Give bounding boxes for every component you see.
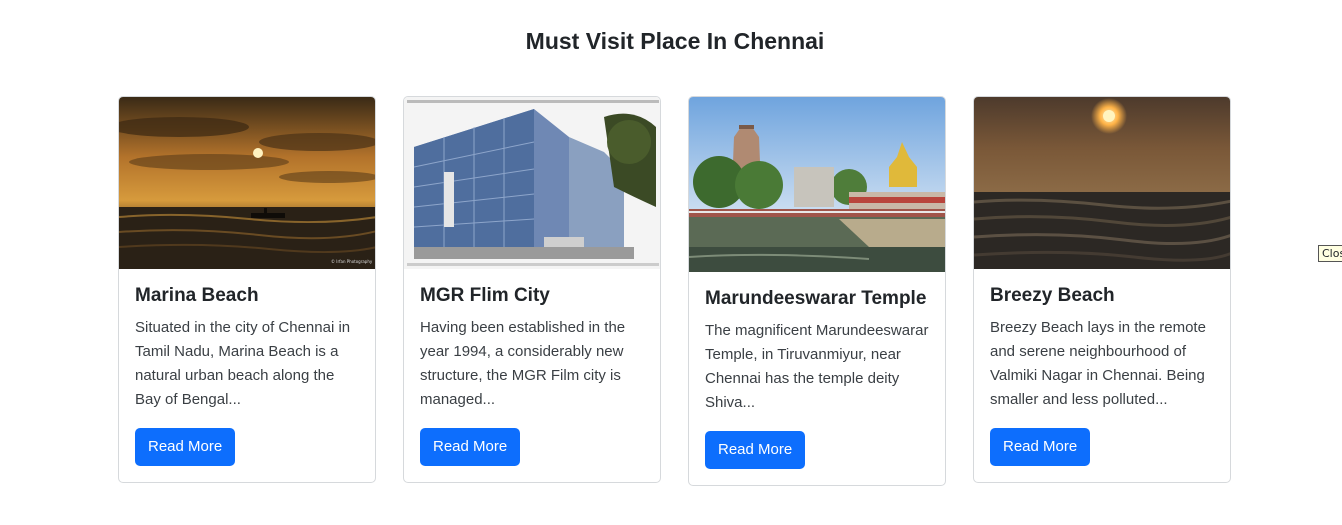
card-title: Marina Beach [135, 285, 259, 306]
card-body: Marina Beach Situated in the city of Che… [119, 269, 375, 482]
mgr-film-city-image [404, 97, 660, 269]
read-more-button[interactable]: Read More [420, 427, 521, 466]
breezy-beach-image [974, 97, 1230, 269]
read-more-button[interactable]: Read More [705, 430, 806, 469]
close-tooltip: Clos [1318, 245, 1342, 262]
card-marina-beach: © Irfan Photography Marina Beach Situate… [118, 96, 376, 483]
card-marundeeswarar-temple: Marundeeswarar Temple The magnificent Ma… [688, 96, 946, 486]
card-body: MGR Flim City Having been established in… [404, 269, 660, 482]
read-more-button[interactable]: Read More [135, 427, 236, 466]
marundeeswarar-temple-image [689, 97, 945, 272]
card-title: Marundeeswarar Temple [705, 288, 927, 309]
card-body: Breezy Beach Breezy Beach lays in the re… [974, 269, 1230, 482]
card-title: Breezy Beach [990, 285, 1115, 306]
page: Must Visit Place In Chennai © Irfan Phot… [0, 0, 1342, 525]
card-mgr-film-city: MGR Flim City Having been established in… [403, 96, 661, 483]
page-title: Must Visit Place In Chennai [525, 28, 825, 54]
card-breezy-beach: Breezy Beach Breezy Beach lays in the re… [973, 96, 1231, 483]
marina-beach-image: © Irfan Photography [119, 97, 375, 269]
card-body: Marundeeswarar Temple The magnificent Ma… [689, 272, 945, 485]
card-title: MGR Flim City [420, 285, 550, 306]
card-text: Breezy Beach lays in the remote and sere… [990, 318, 1206, 408]
watermark: © Irfan Photography [331, 259, 373, 264]
read-more-button[interactable]: Read More [990, 427, 1091, 466]
card-text: The magnificent Marundeeswarar Temple, i… [705, 321, 929, 411]
card-text: Situated in the city of Chennai in Tamil… [135, 318, 351, 408]
card-text: Having been established in the year 1994… [420, 318, 626, 408]
